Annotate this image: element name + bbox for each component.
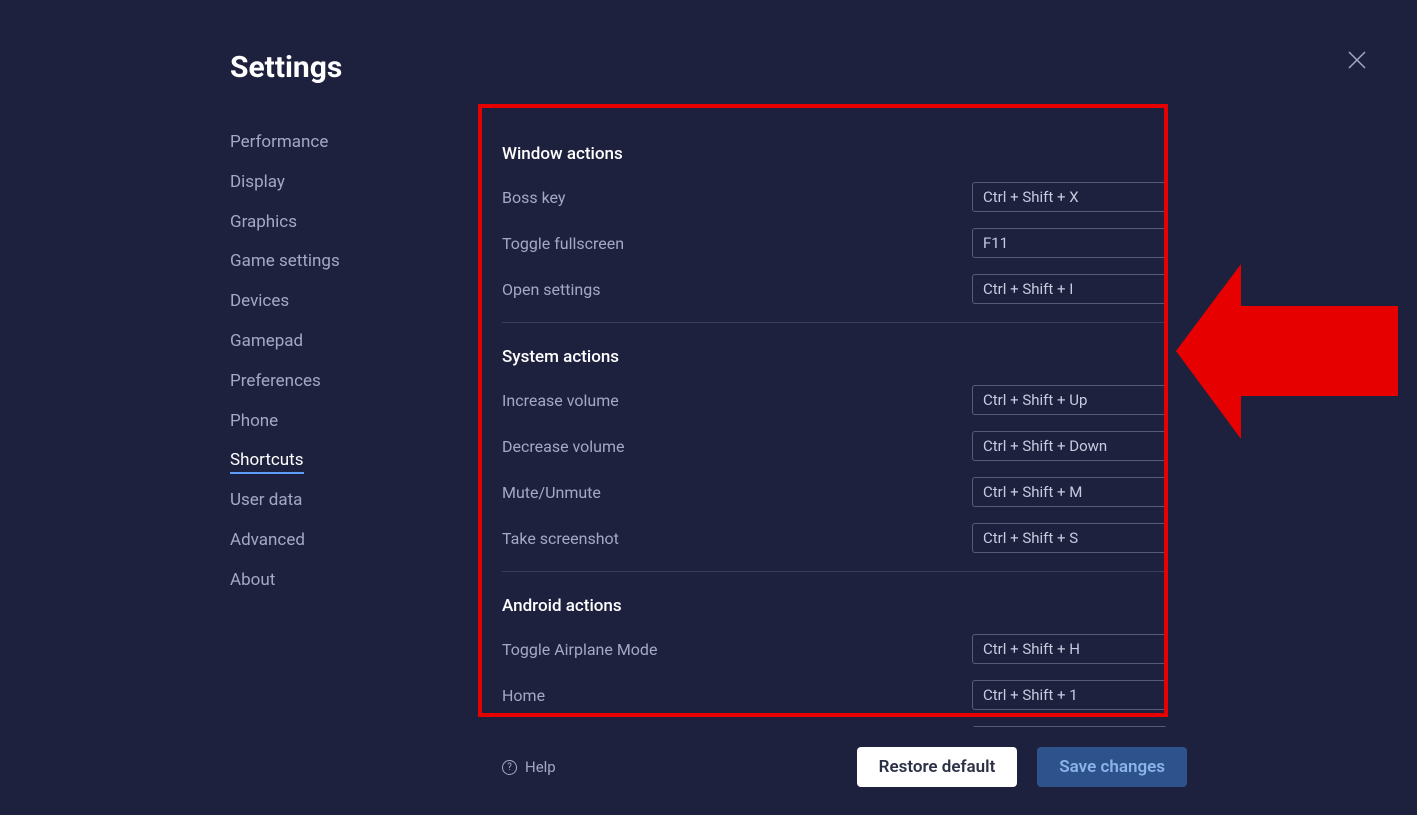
sidebar-item-display[interactable]: Display xyxy=(230,163,460,203)
shortcut-label: Open settings xyxy=(502,280,600,299)
shortcut-label: Mute/Unmute xyxy=(502,483,601,502)
shortcut-label: Take screenshot xyxy=(502,529,619,548)
shortcuts-scroll-area[interactable]: Window actions Boss key Toggle fullscreen O… xyxy=(460,123,1187,727)
sidebar-item-advanced[interactable]: Advanced xyxy=(230,521,460,561)
shortcut-label: Boss key xyxy=(502,188,565,207)
section-divider xyxy=(502,571,1167,572)
shortcut-label: Toggle Airplane Mode xyxy=(502,640,657,659)
sidebar-item-label: Phone xyxy=(230,411,278,431)
shortcut-row: Boss key xyxy=(502,182,1167,212)
shortcut-input[interactable] xyxy=(972,182,1167,212)
shortcut-label: Toggle fullscreen xyxy=(502,234,624,253)
shortcut-input[interactable] xyxy=(972,228,1167,258)
close-button[interactable] xyxy=(1347,50,1367,70)
sidebar-item-label: Preferences xyxy=(230,371,321,391)
sidebar-item-label: Shortcuts xyxy=(230,450,304,474)
sidebar-item-label: User data xyxy=(230,490,302,510)
save-changes-button[interactable]: Save changes xyxy=(1037,747,1187,787)
sidebar-item-label: Gamepad xyxy=(230,331,303,351)
section-title: Android actions xyxy=(502,596,1167,616)
section-divider xyxy=(502,322,1167,323)
shortcut-input[interactable] xyxy=(972,385,1167,415)
section-title: System actions xyxy=(502,347,1167,367)
shortcut-row: Home xyxy=(502,680,1167,710)
sidebar-item-label: Devices xyxy=(230,291,289,311)
sidebar-item-label: Performance xyxy=(230,132,328,152)
shortcut-row: Increase volume xyxy=(502,385,1167,415)
sidebar-item-user-data[interactable]: User data xyxy=(230,481,460,521)
footer: ? Help Restore default Save changes xyxy=(460,727,1187,815)
section-title: Window actions xyxy=(502,144,1167,164)
shortcut-row: Toggle fullscreen xyxy=(502,228,1167,258)
help-icon: ? xyxy=(502,760,517,775)
shortcut-label: Home xyxy=(502,686,545,705)
sidebar-item-graphics[interactable]: Graphics xyxy=(230,203,460,243)
settings-sidebar: Performance Display Graphics Game settings D… xyxy=(230,123,460,815)
help-link[interactable]: ? Help xyxy=(502,758,556,776)
sidebar-item-gamepad[interactable]: Gamepad xyxy=(230,322,460,362)
sidebar-item-phone[interactable]: Phone xyxy=(230,402,460,442)
shortcut-input[interactable] xyxy=(972,431,1167,461)
sidebar-item-label: Game settings xyxy=(230,251,340,271)
sidebar-item-shortcuts[interactable]: Shortcuts xyxy=(230,441,460,481)
page-title: Settings xyxy=(230,50,1187,85)
sidebar-item-label: Advanced xyxy=(230,530,305,550)
sidebar-item-label: Graphics xyxy=(230,212,297,232)
help-label: Help xyxy=(525,758,556,776)
shortcut-input[interactable] xyxy=(972,523,1167,553)
shortcut-input[interactable] xyxy=(972,680,1167,710)
shortcut-row: Take screenshot xyxy=(502,523,1167,553)
sidebar-item-devices[interactable]: Devices xyxy=(230,282,460,322)
shortcut-label: Decrease volume xyxy=(502,437,625,456)
sidebar-item-game-settings[interactable]: Game settings xyxy=(230,242,460,282)
shortcut-input[interactable] xyxy=(972,274,1167,304)
main-panel: Window actions Boss key Toggle fullscreen O… xyxy=(460,123,1187,815)
shortcut-label: Increase volume xyxy=(502,391,619,410)
sidebar-item-preferences[interactable]: Preferences xyxy=(230,362,460,402)
shortcut-input[interactable] xyxy=(972,477,1167,507)
shortcut-row: Toggle Airplane Mode xyxy=(502,634,1167,664)
sidebar-item-performance[interactable]: Performance xyxy=(230,123,460,163)
restore-default-button[interactable]: Restore default xyxy=(857,747,1018,787)
sidebar-item-about[interactable]: About xyxy=(230,561,460,601)
shortcut-row: Open settings xyxy=(502,274,1167,304)
shortcut-row: Mute/Unmute xyxy=(502,477,1167,507)
sidebar-item-label: Display xyxy=(230,172,285,192)
shortcut-row: Decrease volume xyxy=(502,431,1167,461)
shortcut-input[interactable] xyxy=(972,634,1167,664)
sidebar-item-label: About xyxy=(230,570,275,590)
